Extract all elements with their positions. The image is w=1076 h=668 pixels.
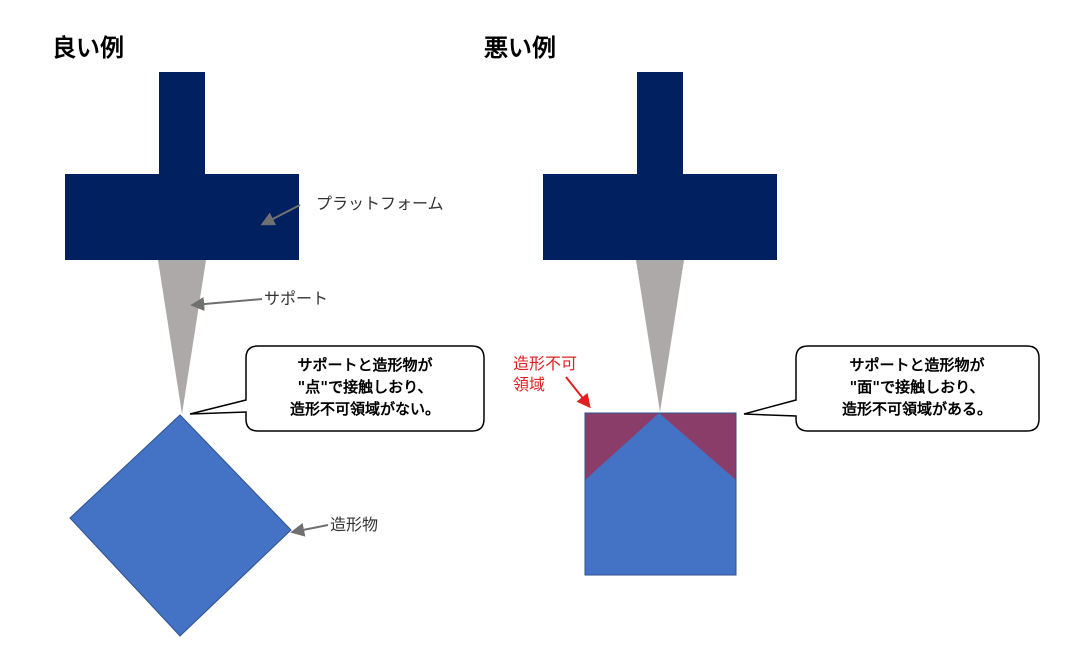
bad-platform-base — [543, 174, 777, 260]
good-callout-line-3: 造形不可領域がない。 — [290, 400, 440, 418]
bad-example: 悪い例 造形不可 領域 サポートと造形物が "面"で接触しおり、 造形不可領域が… — [484, 34, 1040, 576]
support-pointer-arrow — [190, 297, 263, 312]
unprintable-label-line-1: 造形不可 — [513, 354, 577, 373]
good-support — [158, 260, 206, 414]
unprintable-label-line-2: 領域 — [513, 375, 545, 394]
bad-support — [636, 260, 684, 412]
good-platform — [65, 72, 299, 260]
good-platform-stem — [159, 72, 205, 176]
good-object — [69, 414, 292, 637]
bad-callout-line-3: 造形不可領域がある。 — [842, 400, 992, 418]
unprintable-pointer-arrow — [565, 376, 591, 409]
good-callout-line-1: サポートと造形物が — [297, 356, 433, 374]
bad-platform-stem — [637, 72, 683, 176]
object-label: 造形物 — [330, 515, 378, 534]
bad-object — [584, 412, 737, 576]
diagram-canvas: 良い例 プラットフォーム サポート 造形物 サポートと造形物が "点"で接触しお… — [52, 34, 1040, 637]
good-callout-line-2: "点"で接触しおり、 — [297, 378, 432, 396]
good-platform-base — [65, 174, 299, 260]
object-pointer-arrow — [290, 522, 329, 537]
good-example: 良い例 プラットフォーム サポート 造形物 サポートと造形物が "点"で接触しお… — [52, 34, 485, 637]
support-label: サポート — [264, 289, 328, 308]
good-heading: 良い例 — [52, 34, 124, 62]
bad-callout-line-1: サポートと造形物が — [849, 356, 985, 374]
bad-callout-line-2: "面"で接触しおり、 — [849, 378, 984, 396]
platform-label: プラットフォーム — [316, 194, 444, 213]
bad-platform — [543, 72, 777, 260]
bad-heading: 悪い例 — [484, 34, 556, 62]
